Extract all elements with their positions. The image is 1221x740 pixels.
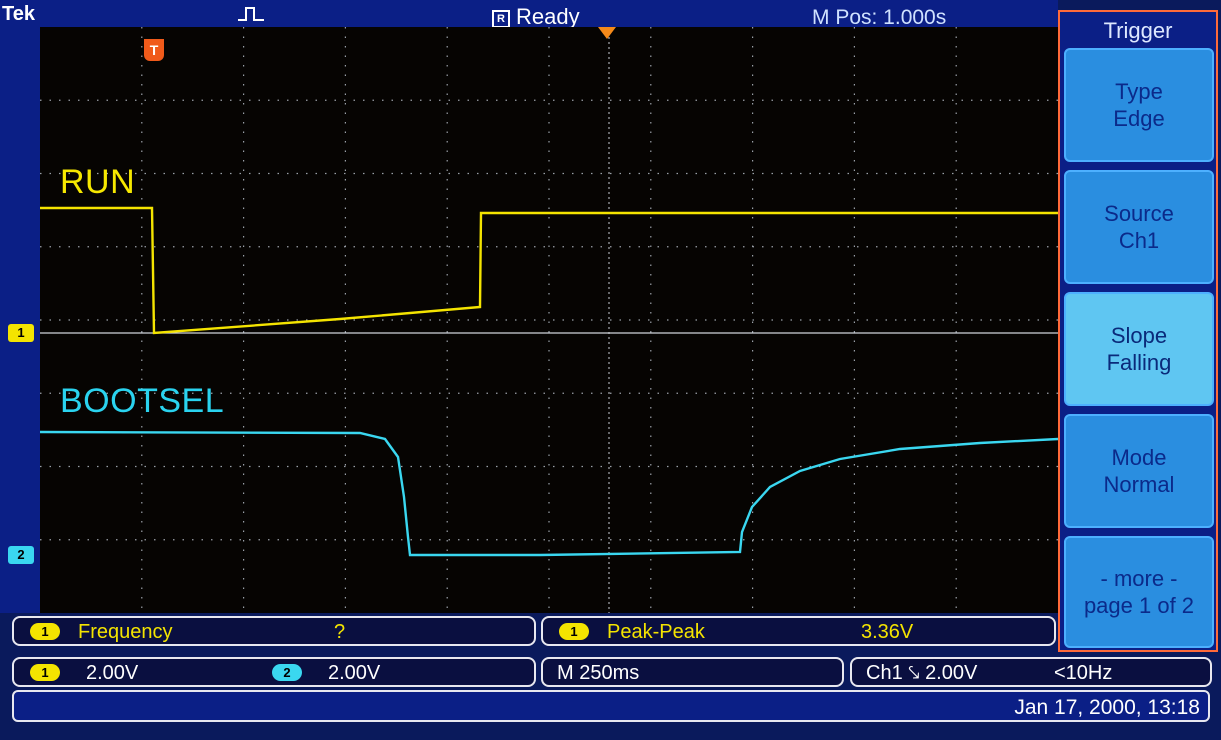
ch1-scale: 2.00V [86,662,139,684]
status-bar: Tek R Ready M Pos: 1.000s [0,0,1058,30]
button-line2: Falling [1106,350,1172,375]
peak-peak-measurement[interactable]: 1 Peak-Peak 3.36V [541,616,1056,646]
acquisition-pulse-icon [238,7,264,21]
date-time-bar: Jan 17, 2000, 13:18 [12,690,1210,722]
button-line1: Type [1115,79,1163,104]
mode-button[interactable]: Mode Normal [1064,414,1214,528]
trigger-point-marker[interactable]: T [144,39,164,61]
ch2-scale: 2.00V [328,662,381,684]
slope-button[interactable]: Slope Falling [1064,292,1214,406]
waveform-graticule [40,27,1058,613]
more-button[interactable]: - more - page 1 of 2 [1064,536,1214,648]
timebase-value: M 250ms [557,662,640,684]
run-trace-label: RUN [60,163,136,201]
timebase-readout[interactable]: M 250ms [541,657,844,687]
button-line1: Mode [1111,445,1167,470]
trigger-readout[interactable]: Ch1 ⤥ 2.00V <10Hz [850,657,1212,687]
vertical-scale-readout[interactable]: 1 2.00V 2 2.00V [12,657,536,687]
button-line2: page 1 of 2 [1083,593,1195,618]
brand-logo: Tek [2,3,35,25]
menu-title: Trigger [1103,18,1173,43]
frequency-measurement[interactable]: 1 Frequency ? [12,616,536,646]
trigger-frequency: <10Hz [1054,662,1113,684]
channel-marker-strip [0,27,40,613]
channel-chip: 1 [559,623,589,640]
channel-chip: 1 [30,623,60,640]
trigger-setting: Ch1 ⤥ 2.00V [866,662,978,684]
button-line2: Normal [1103,472,1175,497]
ch1-chip: 1 [30,664,60,681]
measurement-value: ? [334,621,346,643]
button-line2: Edge [1113,106,1165,131]
bootsel-trace-label: BOOTSEL [60,382,225,420]
button-line1: Source [1104,201,1174,226]
measurement-name: Frequency [78,621,173,643]
trigger-position-marker[interactable] [598,27,616,39]
measurement-value: 3.36V [861,621,914,643]
type-button[interactable]: Type Edge [1064,48,1214,162]
button-line2: Ch1 [1118,228,1160,253]
button-line1: - more - [1100,566,1178,591]
ch1-ground-marker[interactable]: 1 [8,324,34,342]
trigger-menu: Trigger Type Edge Source Ch1 Slope Falli… [1058,10,1218,652]
run-state-icon: R [492,10,510,28]
status-text: Ready [516,4,580,29]
button-line1: Slope [1110,323,1168,348]
ch2-ground-marker[interactable]: 2 [8,546,34,564]
measurement-name: Peak-Peak [607,621,705,643]
source-button[interactable]: Source Ch1 [1064,170,1214,284]
date-time: Jan 17, 2000, 13:18 [1014,696,1200,719]
ch2-chip: 2 [272,664,302,681]
waveform-area [40,27,1058,613]
